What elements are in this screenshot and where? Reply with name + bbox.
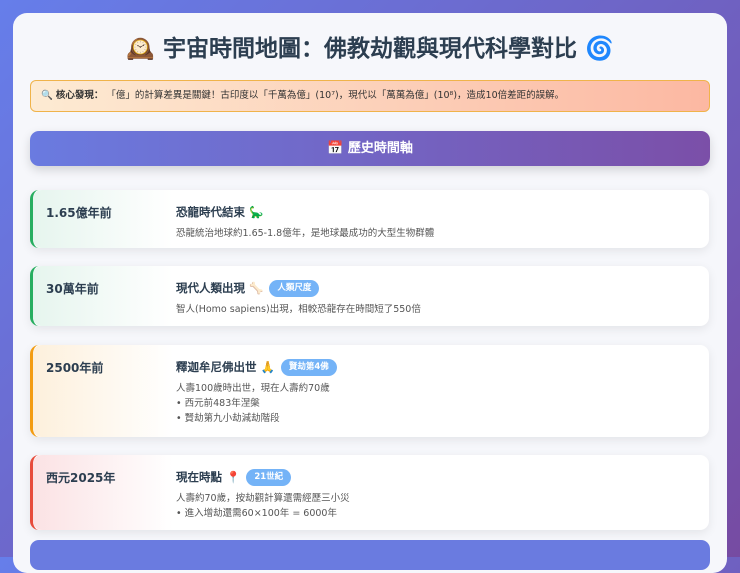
event-badge: 人類尺度 [269,280,320,297]
event-badge: 21世紀 [246,469,292,486]
event-title: 現在時點 📍 [176,470,241,484]
event-description-line: • 賢劫第九小劫減劫階段 [176,413,280,424]
alert-text: 「億」的計算差異是關鍵！古印度以「千萬為億」(10⁷)，現代以「萬萬為億」(10… [106,90,565,101]
event-description-line: 人壽約70歲，按劫觀計算還需經歷三小災 [176,493,350,504]
calendar-icon: 📅 [327,141,344,156]
timeline-event-card: 2500年前 釋迦牟尼佛出世 🙏 賢劫第4佛 人壽100歲時出世，現在人壽約70歲… [30,345,709,437]
event-title: 恐龍時代結束 🦕 [176,205,264,219]
event-description-line: • 西元前483年涅槃 [176,398,260,409]
event-badge: 賢劫第4佛 [280,359,337,376]
event-date: 2500年前 [46,361,104,375]
event-date: 西元2025年 [46,471,116,485]
event-description-line: 智人(Homo sapiens)出現，相較恐龍存在時間短了550倍 [176,304,421,315]
event-description-line: 恐龍統治地球約1.65-1.8億年，是地球最成功的大型生物群體 [176,228,435,239]
timeline-event-card: 1.65億年前 恐龍時代結束 🦕 恐龍統治地球約1.65-1.8億年，是地球最成… [30,190,709,248]
event-description-line: • 進入增劫還需60×100年 = 6000年 [176,508,337,519]
alert-label: 核心發現： [55,90,104,101]
event-description-line: 人壽100歲時出世，現在人壽約70歲 [176,383,330,394]
event-title: 現代人類出現 🦴 [176,281,264,295]
key-finding-alert: 🔍 核心發現： 「億」的計算差異是關鍵！古印度以「千萬為億」(10⁷)，現代以「… [30,80,710,112]
timeline-event-card: 30萬年前 現代人類出現 🦴 人類尺度 智人(Homo sapiens)出現，相較… [30,266,709,326]
page-title: 🕰️ 宇宙時間地圖：佛教劫觀與現代科學對比 🌀 [126,36,614,62]
section-title: 歷史時間軸 [347,141,413,156]
event-date: 1.65億年前 [46,206,112,220]
next-section-header [30,540,710,570]
event-title: 釋迦牟尼佛出世 🙏 [176,360,275,374]
event-date: 30萬年前 [46,282,99,296]
section-header-timeline[interactable]: 📅 歷史時間軸 [30,131,710,166]
search-icon: 🔍 [41,90,53,101]
timeline-event-card: 西元2025年 現在時點 📍 21世紀 人壽約70歲，按劫觀計算還需經歷三小災 • … [30,455,709,530]
